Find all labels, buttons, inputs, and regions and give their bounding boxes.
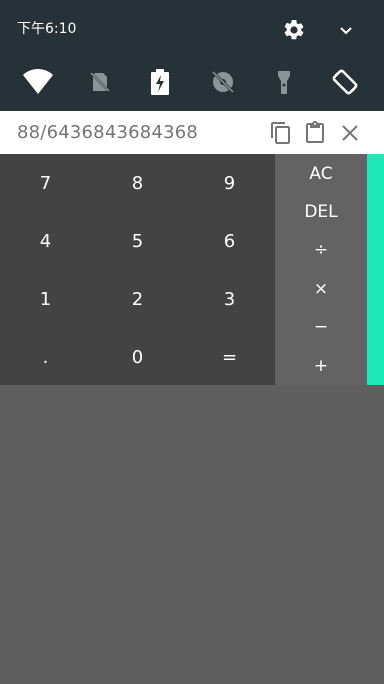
divide-button[interactable]: ÷ — [275, 231, 367, 269]
subtract-button[interactable]: − — [275, 308, 367, 346]
operator-pad: AC DEL ÷ × − + — [275, 154, 367, 385]
chevron-down-icon[interactable] — [334, 18, 358, 42]
close-icon[interactable] — [337, 120, 363, 146]
key-1[interactable]: 1 — [0, 270, 91, 328]
number-pad: 7 8 9 4 5 6 1 2 3 . 0 = — [0, 154, 275, 385]
flashlight-icon[interactable] — [264, 62, 304, 102]
key-0[interactable]: 0 — [92, 328, 183, 386]
gear-icon[interactable] — [282, 18, 306, 42]
calculator-pad: 7 8 9 4 5 6 1 2 3 . 0 = AC DEL ÷ × − + — [0, 154, 384, 385]
key-2[interactable]: 2 — [92, 270, 183, 328]
notification-shade: 下午6:10 — [0, 0, 384, 111]
auto-rotate-icon[interactable] — [325, 62, 365, 102]
status-time: 下午6:10 — [17, 21, 77, 37]
clear-all-button[interactable]: AC — [275, 155, 367, 193]
advanced-panel-handle[interactable] — [367, 154, 384, 385]
key-decimal[interactable]: . — [0, 328, 91, 386]
key-8[interactable]: 8 — [92, 154, 183, 212]
key-6[interactable]: 6 — [184, 212, 275, 270]
expression-bar: 88/6436843684368 — [0, 111, 384, 154]
wifi-icon[interactable] — [18, 62, 58, 102]
expression-display[interactable]: 88/6436843684368 — [17, 122, 198, 143]
key-4[interactable]: 4 — [0, 212, 91, 270]
copy-icon[interactable] — [268, 120, 294, 146]
location-off-icon[interactable] — [203, 62, 243, 102]
paste-icon[interactable] — [302, 120, 328, 146]
delete-button[interactable]: DEL — [275, 193, 367, 231]
multiply-button[interactable]: × — [275, 270, 367, 308]
key-5[interactable]: 5 — [92, 212, 183, 270]
key-7[interactable]: 7 — [0, 154, 91, 212]
dimmed-background — [0, 385, 384, 684]
key-equals[interactable]: = — [184, 328, 275, 386]
key-3[interactable]: 3 — [184, 270, 275, 328]
add-button[interactable]: + — [275, 347, 367, 385]
quick-settings-row — [0, 62, 384, 102]
battery-saver-icon[interactable] — [140, 62, 180, 102]
key-9[interactable]: 9 — [184, 154, 275, 212]
no-sim-icon[interactable] — [80, 62, 120, 102]
